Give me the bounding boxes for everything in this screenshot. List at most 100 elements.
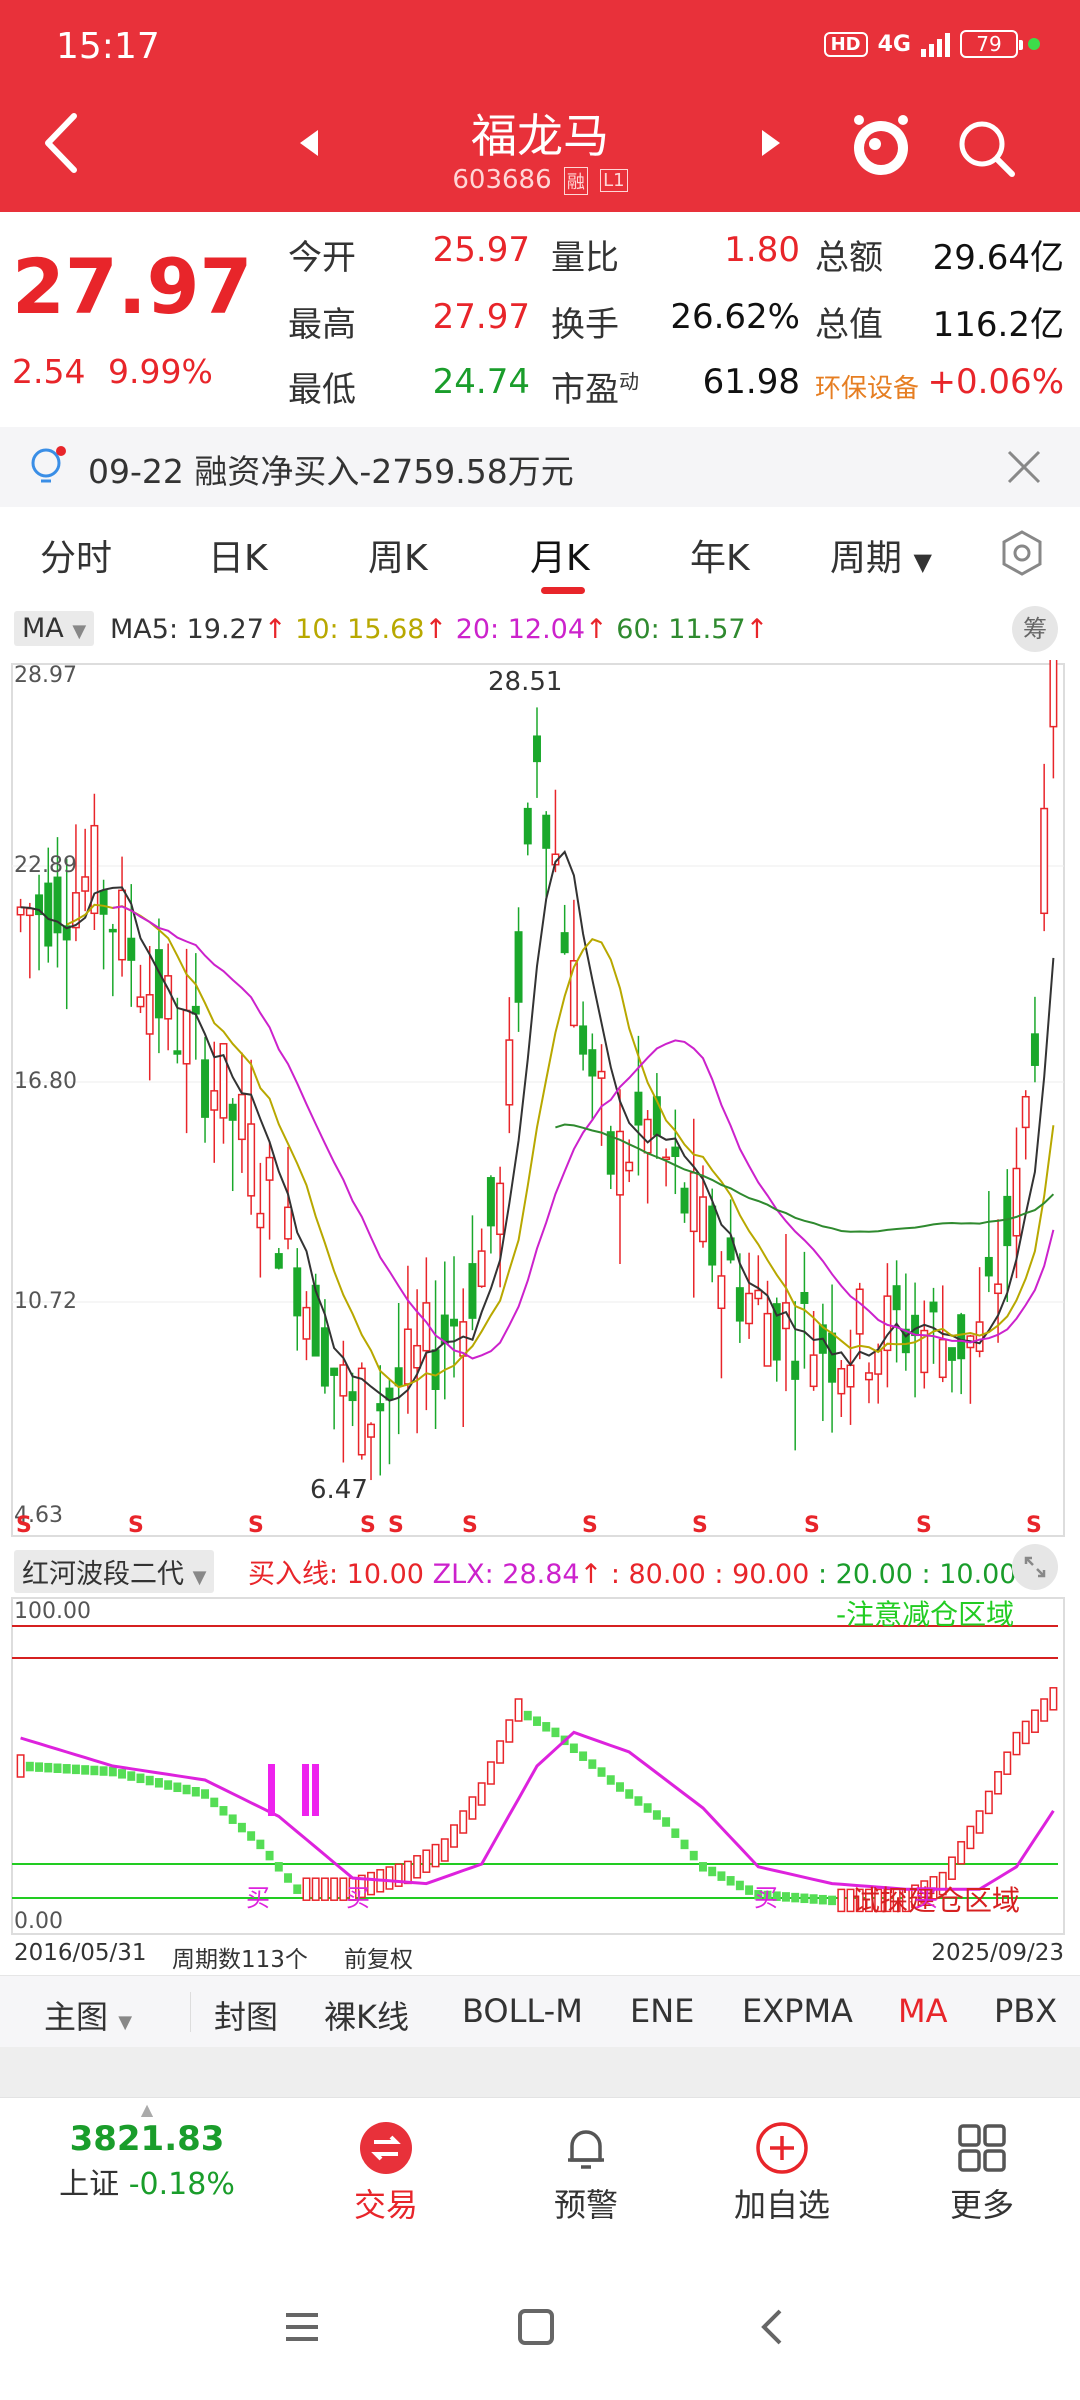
search-icon[interactable] [956,118,1016,178]
caret-up-icon: ▲ [140,2100,154,2119]
top-header: 15:17 HD 4G 79 福龙马 603686 融 L1 [0,0,1080,212]
candle-body [210,1090,219,1111]
ma-select[interactable]: MA ▼ [14,611,95,646]
mascot-icon[interactable] [850,112,912,180]
next-stock-icon[interactable] [758,128,782,158]
tab-monthly-k[interactable]: 月K [530,529,590,581]
low-label: 最低 [288,370,356,410]
tab-yearly-k[interactable]: 年K [690,529,750,581]
chevron-down-icon: ▼ [192,1567,207,1588]
candle-body [118,889,127,961]
candle-body [560,932,569,954]
candlesticks [16,660,1058,1481]
indicator-bar [293,1884,302,1894]
tab-period[interactable]: 周期 ▼ [830,529,932,581]
indicator-bar [625,1789,634,1799]
itab-seal[interactable]: 封图 [214,1992,278,2038]
indicator-bar [440,1838,449,1862]
back-nav-icon[interactable] [752,2307,792,2347]
turnover-amount-value: 29.64亿 [932,238,1064,278]
pe-sup: 动 [619,369,639,394]
hexagon-settings-icon[interactable] [998,529,1046,577]
indicator-bar [689,1850,698,1861]
bell-icon [568,2130,604,2169]
tab-daily-k[interactable]: 日K [208,529,268,581]
candle-body [330,1367,339,1376]
candle-body [274,1253,283,1269]
candle-body [938,1338,947,1379]
open-value: 25.97 [432,230,530,270]
candle-body [468,1263,477,1319]
indicator-bar [975,1810,984,1834]
candle-body [763,1312,772,1367]
buy-signal-bar [302,1764,309,1816]
indicator-bar [643,1803,652,1813]
volume-ratio-label: 量比 [551,238,619,278]
candle-body [237,1093,246,1141]
indicator-bar [1040,1698,1049,1722]
kline-chart[interactable]: 28.97 22.89 16.80 10.72 4.63 28.51 6.47 … [0,660,1080,1540]
indicator-bar [284,1873,293,1883]
nav-alert[interactable]: 预警 [496,2098,676,2226]
itab-pbx[interactable]: PBX [994,1992,1057,2030]
indicator-bar [606,1775,615,1785]
candle-body [837,1367,846,1395]
status-time: 15:17 [56,26,160,67]
candle-body [828,1332,837,1383]
low-annotation: 6.47 [310,1475,368,1505]
chip-distribution-button[interactable]: 筹 [1012,606,1058,652]
indicator-bar [219,1806,228,1816]
indicator-bar [127,1771,136,1781]
itab-naked-k[interactable]: 裸K线 [324,1992,409,2038]
candle-body [496,1182,505,1236]
ma10-value: 10: 15.68 [295,614,425,645]
notice-bar[interactable]: 09-22 融资净买入-2759.58万元 [0,427,1080,507]
indicator-bar [966,1825,975,1850]
candle-body [892,1285,901,1311]
indicator-bar [957,1841,966,1865]
indicator-bar [90,1765,99,1776]
bulb-icon [31,446,66,483]
indicator-bar [173,1782,182,1793]
tab-weekly-k[interactable]: 周K [368,529,428,581]
itab-ene[interactable]: ENE [630,1992,694,2030]
indicator-chart[interactable]: 100.00 0.00 -注意减仓区域 试探建仓区域 买买买买 [0,1596,1080,1936]
indicator-select[interactable]: 红河波段二代 ▼ [14,1550,215,1593]
candle-body [671,1146,680,1158]
zlx-value: ZLX: 28.84 [432,1559,580,1590]
ma20-value: 20: 12.04 [455,614,586,645]
indicator-bar [671,1828,680,1838]
itab-boll-m[interactable]: BOLL-M [462,1992,583,2030]
itab-ma[interactable]: MA [898,1992,948,2030]
period-tabs: 分时 日K 周K 月K 年K 周期 ▼ [0,515,1080,595]
nav-trade[interactable]: 交易 [296,2098,476,2226]
buy-marker: 买 [246,1884,270,1912]
candle-body [403,1328,412,1385]
indicator-bar [35,1762,44,1772]
nav-more[interactable]: 更多 [892,2098,1072,2226]
indicator-bar [800,1893,809,1904]
adjust-mode[interactable]: 前复权 [344,1940,413,1974]
indicator-bar [477,1782,486,1806]
home-icon[interactable] [516,2307,556,2347]
itab-expma[interactable]: EXPMA [742,1992,853,2030]
close-icon[interactable] [1006,449,1042,485]
indicator-bar [164,1780,173,1790]
menu-icon[interactable] [282,2307,322,2347]
nav-add-watchlist[interactable]: 加自选 [692,2098,872,2226]
expand-icon[interactable] [1012,1544,1058,1590]
high-label: 最高 [288,305,356,345]
candle-body [284,1206,293,1240]
candle-body [1012,1167,1021,1237]
indicator-bar [468,1796,477,1820]
v20-value: : 20.00 [817,1559,913,1590]
candle-body [514,931,523,1003]
itab-main[interactable]: 主图 ▼ [44,1992,132,2038]
indicator-bar [652,1810,661,1820]
candle-body [1049,660,1058,728]
candle-body [25,907,34,917]
candle-body [791,1360,800,1380]
candle-body [256,1212,265,1229]
nav-index-quote[interactable]: ▲ 3821.83 上证 -0.18% [52,2098,242,2203]
tab-intraday[interactable]: 分时 [40,529,112,581]
